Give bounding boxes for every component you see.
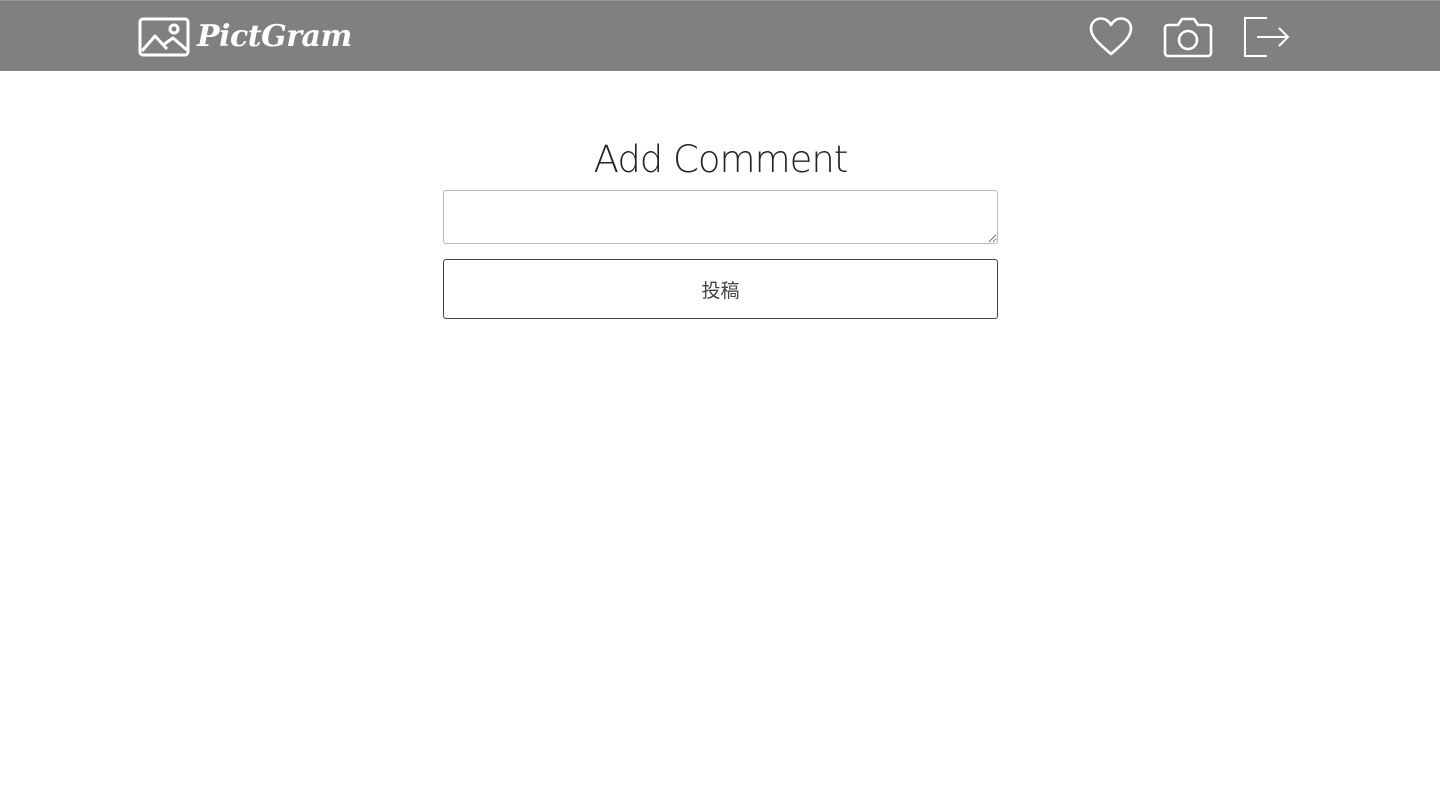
comment-textarea[interactable] xyxy=(443,190,998,244)
brand-name: PictGram xyxy=(197,19,352,54)
submit-button[interactable]: 投稿 xyxy=(443,259,998,319)
page-title: Add Comment xyxy=(593,138,849,181)
brand-link[interactable]: PictGram xyxy=(138,16,352,58)
logout-icon[interactable] xyxy=(1243,16,1291,58)
comment-form: Add Comment 投稿 xyxy=(443,130,998,319)
picture-icon xyxy=(138,17,190,57)
camera-icon[interactable] xyxy=(1163,16,1213,58)
heart-icon[interactable] xyxy=(1088,16,1134,58)
top-navbar: PictGram xyxy=(0,0,1440,71)
